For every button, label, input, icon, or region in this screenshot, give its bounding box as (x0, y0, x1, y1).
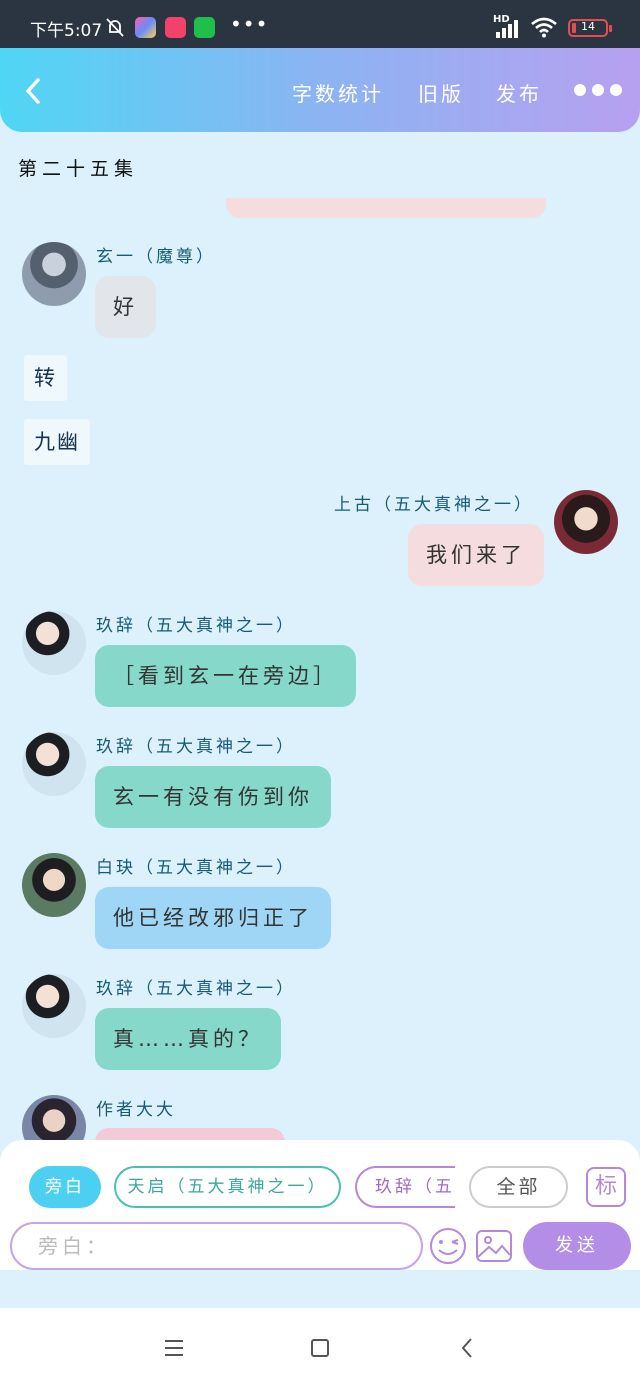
message-bubble[interactable]: ［看到玄一在旁边］ (95, 645, 356, 707)
avatar[interactable] (22, 732, 86, 796)
spacer (0, 1270, 640, 1308)
speaker-name: 玖辞（五大真神之一） (96, 737, 296, 757)
message-bubble[interactable]: 玄一有没有伤到你 (95, 766, 331, 828)
status-bar: 下午5:07 ••• HD 14 (0, 0, 640, 48)
back-icon[interactable] (22, 76, 44, 106)
battery-level: 14 (581, 20, 595, 33)
menu-icon[interactable] (164, 1339, 184, 1357)
wifi-icon (531, 17, 557, 38)
role-chip-all[interactable]: 全部 (469, 1166, 568, 1208)
image-icon[interactable] (474, 1226, 514, 1266)
top-toolbar: 字数统计 旧版 发布 (0, 48, 640, 132)
mark-button[interactable]: 标 (586, 1167, 626, 1207)
role-chip-jiuci[interactable]: 玖辞（五大真神之一） (355, 1166, 455, 1208)
role-chip-tianqi[interactable]: 天启（五大真神之一） (114, 1166, 341, 1208)
message-bubble-partial (226, 198, 546, 218)
status-time: 下午5:07 (30, 21, 103, 41)
role-chip-narration[interactable]: 旁白 (29, 1166, 101, 1208)
signal-icon (496, 20, 518, 38)
message-bubble[interactable]: 好 (95, 276, 156, 338)
message-bubble[interactable]: 真……真的？ (95, 1008, 281, 1070)
speaker-name: 玖辞（五大真神之一） (96, 979, 296, 999)
message-input[interactable]: 旁白： (10, 1222, 423, 1270)
home-icon[interactable] (311, 1339, 329, 1357)
message-bubble[interactable]: 他已经改邪归正了 (95, 887, 331, 949)
avatar[interactable] (22, 242, 86, 306)
speaker-name: 玖辞（五大真神之一） (96, 616, 296, 636)
emoji-icon[interactable] (428, 1226, 468, 1266)
word-count-button[interactable]: 字数统计 (292, 78, 384, 107)
wechat-icon (194, 17, 215, 38)
more-icon[interactable] (574, 84, 622, 98)
message-bubble[interactable]: 我们来了 (408, 524, 544, 586)
app-notification-icon (135, 17, 156, 38)
episode-title: 第二十五集 (18, 158, 139, 180)
battery-icon: 14 (568, 19, 612, 37)
speaker-name: 白玦（五大真神之一） (96, 858, 296, 878)
publish-button[interactable]: 发布 (496, 78, 542, 107)
bell-muted-icon (106, 18, 124, 37)
scene-note[interactable]: 九幽 (24, 419, 90, 465)
speaker-name: 上古（五大真神之一） (334, 495, 534, 515)
speaker-name: 作者大大 (96, 1100, 176, 1120)
avatar[interactable] (554, 490, 618, 554)
send-button[interactable]: 发送 (523, 1222, 631, 1270)
avatar[interactable] (22, 974, 86, 1038)
more-notifications-icon: ••• (230, 12, 269, 36)
speaker-name: 玄一（魔尊） (96, 247, 216, 267)
app-notification-icon (165, 17, 186, 38)
old-version-button[interactable]: 旧版 (418, 78, 464, 107)
scene-note[interactable]: 转 (24, 355, 67, 401)
avatar[interactable] (22, 853, 86, 917)
nav-back-icon[interactable] (460, 1337, 474, 1359)
avatar[interactable] (22, 611, 86, 675)
